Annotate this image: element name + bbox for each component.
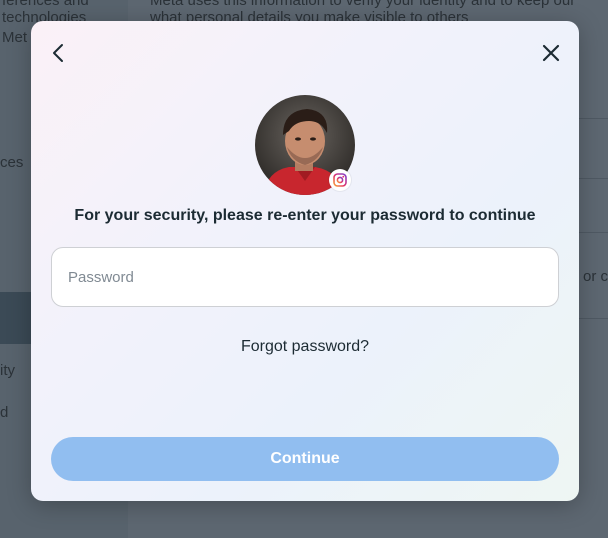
close-icon [542, 44, 560, 62]
reauth-dialog: For your security, please re-enter your … [31, 21, 579, 501]
password-input[interactable] [51, 247, 559, 307]
background-text: ferences and [2, 0, 89, 9]
background-text: d [0, 404, 9, 421]
forgot-password-link[interactable]: Forgot password? [31, 338, 579, 356]
continue-button-label: Continue [270, 450, 340, 467]
background-text: or c [583, 268, 608, 285]
close-button[interactable] [533, 35, 569, 71]
security-prompt: For your security, please re-enter your … [74, 207, 536, 224]
back-button[interactable] [41, 35, 77, 71]
background-text: Meta uses this information to verify you… [150, 0, 576, 9]
continue-button[interactable]: Continue [51, 437, 559, 481]
background-text: ces [0, 154, 24, 171]
instagram-badge [329, 169, 351, 191]
background-text: ity [0, 362, 15, 379]
chevron-left-icon [53, 44, 63, 62]
instagram-icon [333, 173, 347, 187]
background-text: Met [2, 29, 28, 46]
